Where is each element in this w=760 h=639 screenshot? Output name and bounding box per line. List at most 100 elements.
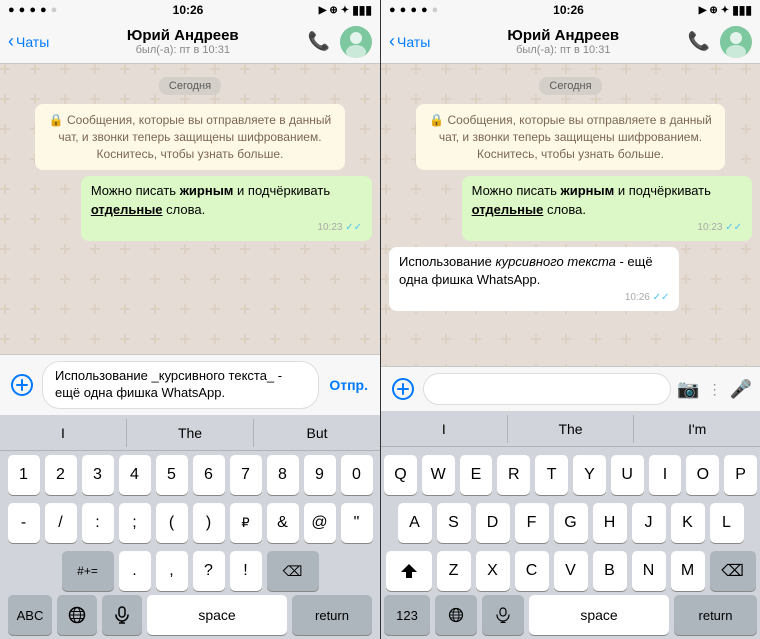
qkey-T[interactable]: T: [535, 455, 568, 495]
phone-icon-left[interactable]: 📞: [308, 31, 330, 52]
key-globe-right[interactable]: [435, 595, 477, 635]
avatar-right[interactable]: [720, 26, 752, 58]
send-button-left[interactable]: Отпр.: [325, 377, 372, 393]
suggestions-right: I The I'm: [381, 411, 760, 447]
back-label-left[interactable]: Чаты: [16, 34, 49, 50]
key-period-left[interactable]: .: [119, 551, 151, 591]
message-input-right[interactable]: [423, 373, 671, 405]
qkey-B[interactable]: B: [593, 551, 627, 591]
key-9-left[interactable]: 9: [304, 455, 336, 495]
mic-icon-right[interactable]: 🎤: [730, 379, 752, 400]
avatar-left[interactable]: [340, 26, 372, 58]
key-mic-left[interactable]: [102, 595, 142, 635]
key-7-left[interactable]: 7: [230, 455, 262, 495]
key-8-left[interactable]: 8: [267, 455, 299, 495]
back-button-left[interactable]: ‹ Чаты: [8, 31, 58, 52]
phone-icon-right[interactable]: 📞: [688, 31, 710, 52]
suggestion-2-left[interactable]: The: [127, 419, 254, 447]
qkey-L[interactable]: L: [710, 503, 744, 543]
qkey-K[interactable]: K: [671, 503, 705, 543]
key-space-left[interactable]: space: [147, 595, 287, 635]
key-hashplus-left[interactable]: #+=: [62, 551, 114, 591]
qkey-row-2-right: A S D F G H J K L: [384, 503, 757, 543]
key-quote-left[interactable]: ": [341, 503, 373, 543]
qkey-C[interactable]: C: [515, 551, 549, 591]
key-abc-left[interactable]: ABC: [8, 595, 52, 635]
qkey-D[interactable]: D: [476, 503, 510, 543]
back-label-right[interactable]: Чаты: [397, 34, 430, 50]
qkey-H[interactable]: H: [593, 503, 627, 543]
key-minus-left[interactable]: -: [8, 503, 40, 543]
dot3: ●: [29, 4, 36, 16]
camera-icon-right[interactable]: 📷: [677, 379, 699, 400]
upload-button-left[interactable]: [8, 371, 36, 399]
key-semi-left[interactable]: ;: [119, 503, 151, 543]
dots-icon-right[interactable]: ⋮: [708, 381, 722, 398]
qkey-G[interactable]: G: [554, 503, 588, 543]
qkey-U[interactable]: U: [611, 455, 644, 495]
key-0-left[interactable]: 0: [341, 455, 373, 495]
key-amp-left[interactable]: &: [267, 503, 299, 543]
key-space-right[interactable]: space: [529, 595, 669, 635]
key-return-left[interactable]: return: [292, 595, 372, 635]
key-globe-left[interactable]: [57, 595, 97, 635]
suggestion-1-left[interactable]: I: [0, 419, 127, 447]
key-mic-right[interactable]: [482, 595, 524, 635]
key-5-left[interactable]: 5: [156, 455, 188, 495]
key-2-left[interactable]: 2: [45, 455, 77, 495]
key-return-right[interactable]: return: [674, 595, 757, 635]
key-comma-left[interactable]: ,: [156, 551, 188, 591]
qkey-R[interactable]: R: [497, 455, 530, 495]
qkey-N[interactable]: N: [632, 551, 666, 591]
key-123-right[interactable]: 123: [384, 595, 430, 635]
suggestion-1-right[interactable]: I: [381, 415, 508, 443]
delete-key-right[interactable]: ⌫: [710, 551, 756, 591]
chevron-left-icon-left: ‹: [8, 31, 14, 52]
qkey-E[interactable]: E: [460, 455, 493, 495]
nav-bar-left: ‹ Чаты Юрий Андреев был(-а): пт в 10:31 …: [0, 20, 380, 64]
key-colon-left[interactable]: :: [82, 503, 114, 543]
back-button-right[interactable]: ‹ Чаты: [389, 31, 439, 52]
status-icons-right: ▶ ⊕ ✦ ▮▮▮: [699, 3, 752, 17]
key-6-left[interactable]: 6: [193, 455, 225, 495]
qkey-O[interactable]: O: [686, 455, 719, 495]
qkey-J[interactable]: J: [632, 503, 666, 543]
qkey-M[interactable]: M: [671, 551, 705, 591]
contact-name-right: Юрий Андреев: [439, 27, 688, 44]
qkey-P[interactable]: P: [724, 455, 757, 495]
qkey-A[interactable]: A: [398, 503, 432, 543]
delete-key-left[interactable]: ⌫: [267, 551, 319, 591]
qkey-X[interactable]: X: [476, 551, 510, 591]
sent-text-left: Можно писать жирным и подчёркивать отдел…: [91, 183, 330, 216]
suggestion-3-right[interactable]: I'm: [634, 415, 760, 443]
suggestion-2-right[interactable]: The: [508, 415, 635, 443]
qkey-I[interactable]: I: [649, 455, 682, 495]
key-1-left[interactable]: 1: [8, 455, 40, 495]
upload-button-right[interactable]: [389, 375, 417, 403]
qkey-S[interactable]: S: [437, 503, 471, 543]
message-input-left[interactable]: Использование _курсивного текста_ - ещё …: [42, 361, 319, 409]
qkey-W[interactable]: W: [422, 455, 455, 495]
status-dots-left: ● ● ● ● ●: [8, 4, 57, 16]
dot2r: ●: [400, 4, 407, 16]
received-text-right: Использование курсивного текста - ещё од…: [399, 254, 653, 287]
key-question-left[interactable]: ?: [193, 551, 225, 591]
key-ruble-left[interactable]: ₽: [230, 503, 262, 543]
qkey-Q[interactable]: Q: [384, 455, 417, 495]
key-row-2-left: - / : ; ( ) ₽ & @ ": [3, 503, 377, 543]
qkey-V[interactable]: V: [554, 551, 588, 591]
suggestion-3-left[interactable]: But: [254, 419, 380, 447]
key-rparen-left[interactable]: ): [193, 503, 225, 543]
key-3-left[interactable]: 3: [82, 455, 114, 495]
qkey-Y[interactable]: Y: [573, 455, 606, 495]
input-icons-right: 📷 ⋮ 🎤: [677, 379, 752, 400]
key-excl-left[interactable]: !: [230, 551, 262, 591]
qkey-Z[interactable]: Z: [437, 551, 471, 591]
key-lparen-left[interactable]: (: [156, 503, 188, 543]
key-at-left[interactable]: @: [304, 503, 336, 543]
shift-key-right[interactable]: [386, 551, 432, 591]
key-slash-left[interactable]: /: [45, 503, 77, 543]
keyboard-right: I The I'm Q W E R T Y U I O P A S D: [381, 411, 760, 639]
qkey-F[interactable]: F: [515, 503, 549, 543]
key-4-left[interactable]: 4: [119, 455, 151, 495]
